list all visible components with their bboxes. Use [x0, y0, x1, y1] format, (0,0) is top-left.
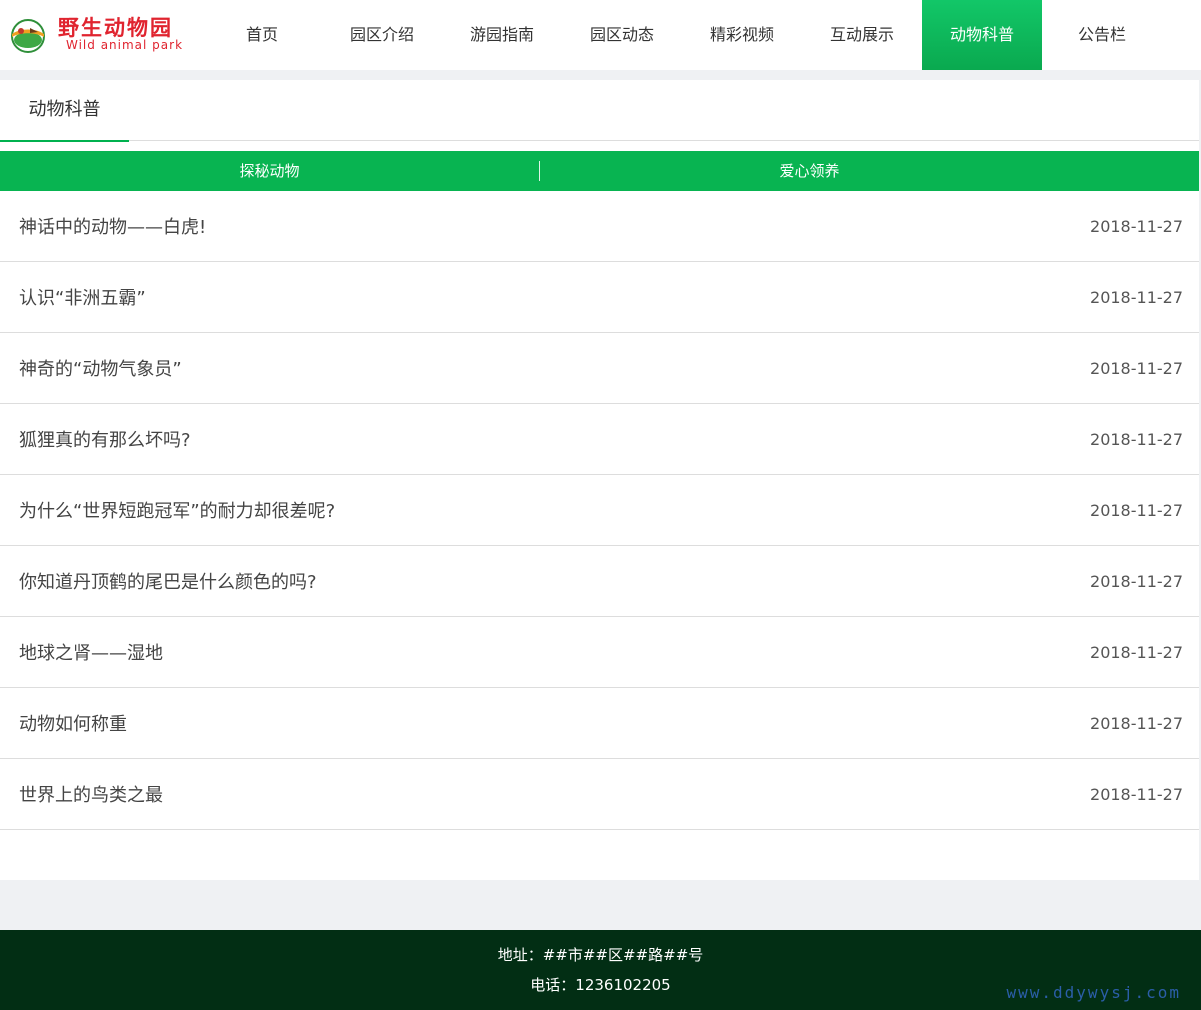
nav-item-visitor-guide[interactable]: 游园指南: [442, 0, 562, 70]
main-content: 动物科普 探秘动物 爱心领养 神话中的动物——白虎! 2018-11-27 认识…: [0, 80, 1199, 880]
nav-item-interactive[interactable]: 互动展示: [802, 0, 922, 70]
article-title[interactable]: 认识“非洲五霸”: [19, 284, 146, 310]
section-title: 动物科普: [0, 80, 129, 142]
site-logo[interactable]: 野生动物园 Wild animal park: [8, 10, 188, 60]
article-title[interactable]: 你知道丹顶鹤的尾巴是什么颜色的吗?: [19, 568, 317, 594]
article-title[interactable]: 神话中的动物——白虎!: [19, 213, 206, 239]
article-list: 神话中的动物——白虎! 2018-11-27 认识“非洲五霸” 2018-11-…: [0, 191, 1199, 830]
list-item[interactable]: 为什么“世界短跑冠军”的耐力却很差呢? 2018-11-27: [0, 475, 1199, 546]
article-date: 2018-11-27: [1090, 216, 1183, 236]
list-item[interactable]: 神奇的“动物气象员” 2018-11-27: [0, 333, 1199, 404]
main-nav: 首页 园区介绍 游园指南 园区动态 精彩视频 互动展示 动物科普 公告栏: [202, 0, 1162, 70]
animal-logo-icon: [11, 19, 45, 53]
nav-item-bulletin[interactable]: 公告栏: [1042, 0, 1162, 70]
list-item[interactable]: 神话中的动物——白虎! 2018-11-27: [0, 191, 1199, 262]
nav-item-videos[interactable]: 精彩视频: [682, 0, 802, 70]
nav-item-park-intro[interactable]: 园区介绍: [322, 0, 442, 70]
article-date: 2018-11-27: [1090, 287, 1183, 307]
list-item[interactable]: 你知道丹顶鹤的尾巴是什么颜色的吗? 2018-11-27: [0, 546, 1199, 617]
article-date: 2018-11-27: [1090, 358, 1183, 378]
article-date: 2018-11-27: [1090, 642, 1183, 662]
article-date: 2018-11-27: [1090, 429, 1183, 449]
article-title[interactable]: 狐狸真的有那么坏吗?: [19, 426, 191, 452]
article-title[interactable]: 动物如何称重: [19, 710, 127, 736]
site-header: 野生动物园 Wild animal park 首页 园区介绍 游园指南 园区动态…: [0, 0, 1201, 70]
article-date: 2018-11-27: [1090, 571, 1183, 591]
article-title[interactable]: 世界上的鸟类之最: [19, 781, 163, 807]
list-item[interactable]: 认识“非洲五霸” 2018-11-27: [0, 262, 1199, 333]
article-date: 2018-11-27: [1090, 784, 1183, 804]
subnav-adoption[interactable]: 爱心领养: [540, 151, 1079, 191]
article-title[interactable]: 为什么“世界短跑冠军”的耐力却很差呢?: [19, 497, 335, 523]
subnav-explore-animals[interactable]: 探秘动物: [0, 151, 539, 191]
footer-address: 地址：##市##区##路##号: [497, 946, 704, 964]
article-title[interactable]: 地球之肾——湿地: [19, 639, 163, 665]
logo-title-en: Wild animal park: [66, 38, 184, 52]
article-date: 2018-11-27: [1090, 713, 1183, 733]
nav-item-park-news[interactable]: 园区动态: [562, 0, 682, 70]
list-item[interactable]: 地球之肾——湿地 2018-11-27: [0, 617, 1199, 688]
section-header: 动物科普: [0, 80, 1199, 142]
list-item[interactable]: 动物如何称重 2018-11-27: [0, 688, 1199, 759]
sub-nav: 探秘动物 爱心领养: [0, 151, 1199, 191]
article-title[interactable]: 神奇的“动物气象员”: [19, 355, 182, 381]
watermark: www.ddywysj.com: [1006, 983, 1181, 1002]
nav-item-animal-science[interactable]: 动物科普: [922, 0, 1042, 70]
nav-item-home[interactable]: 首页: [202, 0, 322, 70]
site-footer: 地址：##市##区##路##号 电话：1236102205 www.ddywys…: [0, 930, 1201, 1010]
article-date: 2018-11-27: [1090, 500, 1183, 520]
list-item[interactable]: 狐狸真的有那么坏吗? 2018-11-27: [0, 404, 1199, 475]
list-item[interactable]: 世界上的鸟类之最 2018-11-27: [0, 759, 1199, 830]
